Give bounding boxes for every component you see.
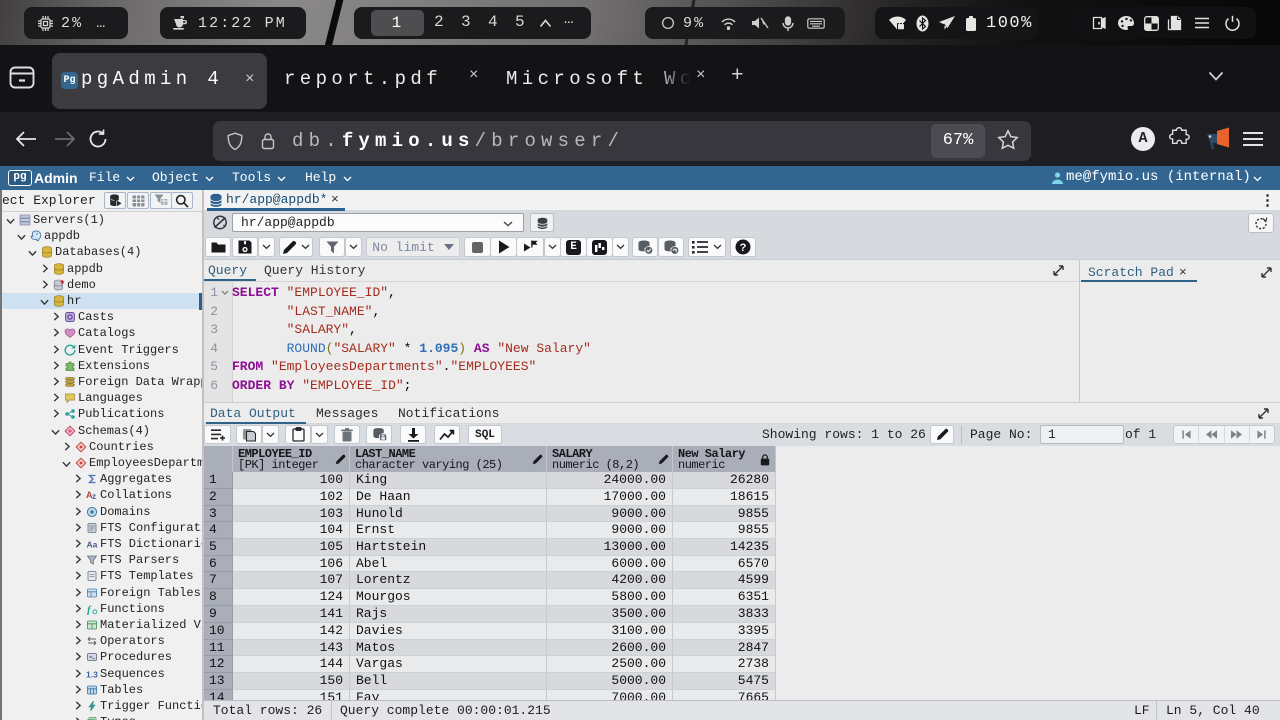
svg-text:Aa: Aa	[87, 540, 98, 550]
svg-text:f: f	[87, 604, 92, 615]
svg-text:1.3: 1.3	[86, 670, 98, 680]
svg-text:z: z	[92, 492, 96, 501]
svg-text:?: ?	[740, 242, 747, 254]
